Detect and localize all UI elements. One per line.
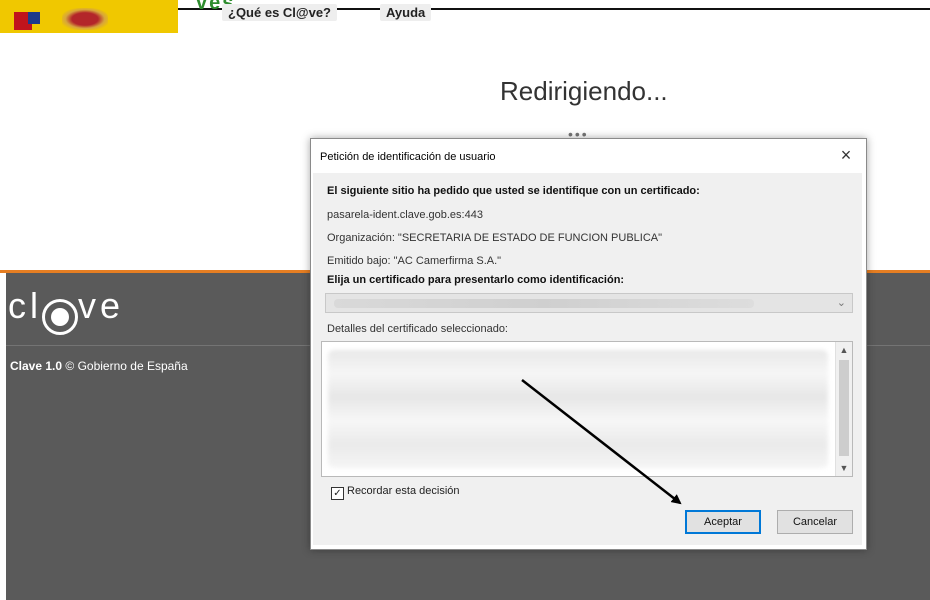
requesting-site-text: pasarela-ident.clave.gob.es:443	[327, 209, 483, 221]
nav-que-es-clave-link[interactable]: ¿Qué es Cl@ve?	[222, 4, 337, 21]
cancel-button[interactable]: Cancelar	[777, 510, 853, 534]
chevron-down-icon[interactable]: ⌄	[837, 296, 846, 309]
accept-button[interactable]: Aceptar	[685, 510, 761, 534]
remember-decision-label: Recordar esta decisión	[347, 485, 460, 497]
crest-icon	[62, 8, 108, 30]
scroll-up-icon[interactable]: ▲	[836, 342, 852, 358]
clave-logo-suffix: ve	[78, 285, 125, 326]
remember-decision-checkbox[interactable]: ✓	[331, 487, 344, 500]
footer-owner: © Gobierno de España	[65, 359, 188, 373]
loading-spinner-icon: •••	[568, 126, 589, 142]
clave-logo-prefix: cl	[8, 285, 42, 326]
dialog-title: Petición de identificación de usuario	[320, 151, 496, 163]
close-icon[interactable]: ×	[836, 145, 856, 165]
details-scrollbar[interactable]: ▲ ▼	[835, 342, 852, 476]
scroll-thumb[interactable]	[839, 360, 849, 456]
issuer-text: Emitido bajo: "AC Camerfirma S.A."	[327, 255, 502, 267]
choose-certificate-label: Elija un certificado para presentarlo co…	[327, 274, 625, 286]
certificate-request-dialog: Petición de identificación de usuario × …	[310, 138, 867, 550]
remember-decision-option[interactable]: ✓ Recordar esta decisión	[331, 485, 460, 500]
certificate-details-textarea[interactable]: ▲ ▼	[321, 341, 853, 477]
dialog-intro-text: El siguiente sitio ha pedido que usted s…	[327, 185, 700, 197]
clave-logo: cl ve	[8, 285, 124, 335]
at-sign-icon	[42, 299, 78, 335]
footer-version: Clave 1.0	[10, 359, 63, 373]
certificate-details-redacted	[328, 350, 828, 468]
certificate-details-label: Detalles del certificado seleccionado:	[327, 323, 508, 335]
certificate-select[interactable]: ⌄	[325, 293, 853, 313]
nav-ayuda-link[interactable]: Ayuda	[380, 4, 432, 21]
footer-copyright: Clave 1.0 © Gobierno de España	[10, 359, 188, 373]
flag-blue-mark	[28, 12, 40, 24]
dialog-body: El siguiente sitio ha pedido que usted s…	[313, 173, 862, 545]
redirect-status-title: Redirigiendo...	[500, 76, 668, 106]
organization-text: Organización: "SECRETARIA DE ESTADO DE F…	[327, 232, 663, 244]
government-logo[interactable]	[0, 0, 178, 33]
certificate-select-value-redacted	[334, 299, 754, 308]
scroll-down-icon[interactable]: ▼	[836, 460, 852, 476]
